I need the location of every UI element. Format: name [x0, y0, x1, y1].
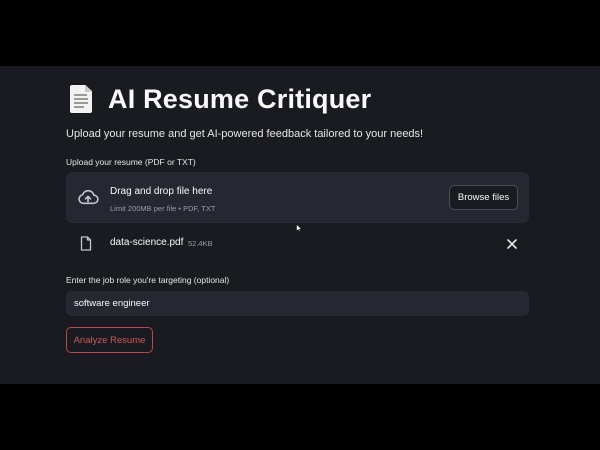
mouse-cursor-icon	[296, 224, 302, 232]
cloud-upload-icon	[78, 189, 99, 205]
file-dropzone[interactable]: Drag and drop file here Limit 200MB per …	[66, 172, 529, 223]
analyze-resume-button[interactable]: Analyze Resume	[66, 327, 153, 353]
page-subtitle: Upload your resume and get AI-powered fe…	[66, 128, 424, 140]
job-role-label: Enter the job role you're targeting (opt…	[66, 275, 230, 285]
upload-label: Upload your resume (PDF or TXT)	[66, 157, 196, 167]
page-title: AI Resume Critiquer	[108, 83, 372, 114]
uploaded-file-row: data-science.pdf 52.4KB	[66, 236, 529, 252]
uploaded-file-size: 52.4KB	[188, 239, 213, 248]
page-facing-up-icon	[70, 85, 92, 113]
browse-files-button[interactable]: Browse files	[449, 185, 518, 210]
dropzone-instructions: Drag and drop file here	[110, 186, 213, 197]
title-row: AI Resume Critiquer	[70, 82, 371, 116]
file-icon	[80, 236, 92, 251]
uploaded-file-name: data-science.pdf	[110, 237, 184, 248]
dropzone-limit: Limit 200MB per file • PDF, TXT	[110, 204, 216, 213]
job-role-input[interactable]	[66, 291, 529, 316]
close-icon[interactable]	[506, 238, 518, 250]
